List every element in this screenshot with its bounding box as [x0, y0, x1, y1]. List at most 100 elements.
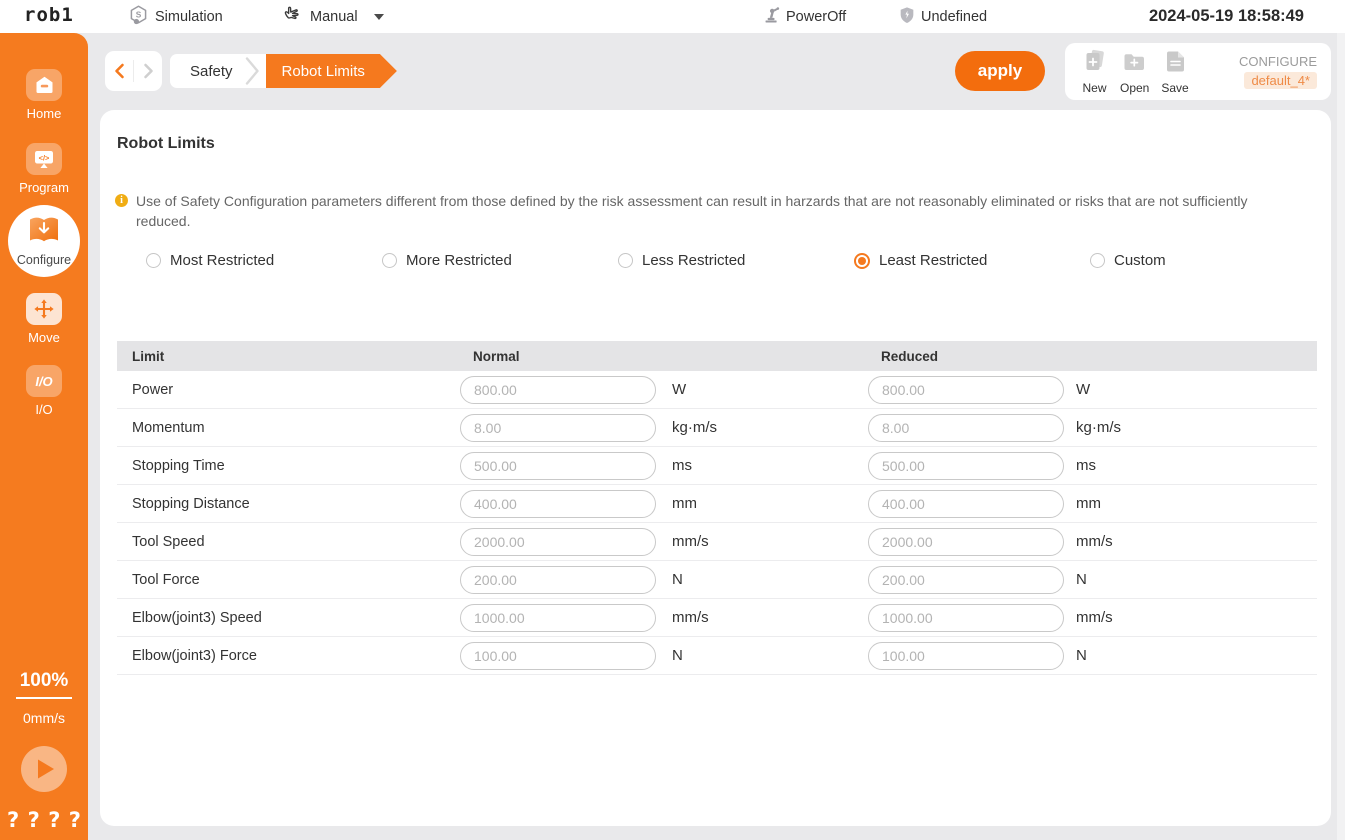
- robot-arm-icon: [763, 5, 780, 28]
- reduced-value-input-stopping-time[interactable]: [868, 452, 1064, 480]
- save-config-button[interactable]: Save: [1161, 48, 1188, 95]
- normal-value-input-elbow-joint3-speed[interactable]: [460, 604, 656, 632]
- simulation-status[interactable]: S Simulation: [128, 0, 223, 33]
- svg-text:</>: </>: [39, 153, 50, 162]
- speed-percent[interactable]: 100%: [16, 670, 73, 699]
- configure-file-panel: New Open Save CONFIGURE def: [1065, 43, 1331, 100]
- normal-value-input-stopping-distance[interactable]: [460, 490, 656, 518]
- new-config-button[interactable]: New: [1081, 48, 1108, 95]
- tab-robot-limits[interactable]: Robot Limits: [252, 54, 397, 88]
- chevron-down-icon[interactable]: [374, 14, 384, 20]
- table-row-power: PowerWW: [117, 371, 1317, 409]
- program-icon: </>: [26, 143, 62, 175]
- play-icon: [36, 758, 56, 780]
- reduced-value-input-power[interactable]: [868, 376, 1064, 404]
- configure-book-icon: [26, 215, 62, 251]
- column-header-reduced: Reduced: [868, 349, 1064, 364]
- normal-unit: W: [656, 381, 868, 398]
- info-icon: i: [115, 194, 128, 207]
- reduced-value-input-tool-force[interactable]: [868, 566, 1064, 594]
- reduced-value-input-elbow-joint3-speed[interactable]: [868, 604, 1064, 632]
- column-header-normal: Normal: [460, 349, 656, 364]
- radio-option-most-restricted[interactable]: Most Restricted: [146, 252, 382, 269]
- sidebar-item-label: Program: [19, 180, 69, 195]
- normal-value-input-tool-speed[interactable]: [460, 528, 656, 556]
- apply-button[interactable]: apply: [955, 51, 1045, 91]
- radio-option-label: Least Restricted: [879, 252, 987, 269]
- sidebar-item-program[interactable]: </> Program: [19, 143, 69, 195]
- top-status-bar: rob1 S Simulation Manual: [0, 0, 1345, 33]
- sidebar-item-io[interactable]: I/O I/O: [26, 365, 62, 417]
- reduced-unit: mm/s: [1064, 533, 1317, 550]
- power-label: PowerOff: [786, 9, 846, 25]
- reduced-unit: mm: [1064, 495, 1317, 512]
- table-row-stopping-distance: Stopping Distancemmmm: [117, 485, 1317, 523]
- back-button[interactable]: [105, 51, 133, 91]
- sidebar-item-label: I/O: [35, 402, 52, 417]
- safety-warning: i Use of Safety Configuration parameters…: [115, 191, 1270, 231]
- shield-icon: [899, 6, 915, 28]
- reduced-unit: kg·m/s: [1064, 419, 1317, 436]
- limit-name: Stopping Distance: [117, 496, 460, 512]
- tab-safety[interactable]: Safety: [170, 54, 266, 88]
- table-row-elbow-joint3-speed: Elbow(joint3) Speed mm/s mm/s: [117, 599, 1317, 637]
- play-button[interactable]: [21, 746, 67, 792]
- sidebar-item-label: Home: [27, 106, 62, 121]
- limit-name: Tool Speed: [117, 534, 460, 550]
- radio-unselected-icon[interactable]: [146, 253, 161, 268]
- power-status[interactable]: PowerOff: [763, 0, 846, 33]
- radio-unselected-icon[interactable]: [382, 253, 397, 268]
- limit-name: Power: [117, 382, 460, 398]
- help-button-1[interactable]: ?: [7, 808, 19, 832]
- radio-option-custom[interactable]: Custom: [1090, 252, 1326, 269]
- vertical-scrollbar[interactable]: [1337, 33, 1345, 840]
- robot-limits-card: Robot Limits i Use of Safety Configurati…: [100, 110, 1331, 826]
- io-icon: I/O: [26, 365, 62, 397]
- normal-unit: mm/s: [656, 609, 868, 626]
- radio-option-less-restricted[interactable]: Less Restricted: [618, 252, 854, 269]
- radio-option-more-restricted[interactable]: More Restricted: [382, 252, 618, 269]
- limit-name: Stopping Time: [117, 458, 460, 474]
- help-button-4[interactable]: ?: [69, 808, 81, 832]
- radio-unselected-icon[interactable]: [618, 253, 633, 268]
- sidebar-nav: Home </> Program: [0, 33, 88, 840]
- safety-status[interactable]: Undefined: [899, 0, 987, 33]
- reduced-value-input-stopping-distance[interactable]: [868, 490, 1064, 518]
- reduced-unit: mm/s: [1064, 609, 1317, 626]
- system-datetime: 2024-05-19 18:58:49: [1149, 0, 1304, 33]
- limit-name: Tool Force: [117, 572, 460, 588]
- help-button-2[interactable]: ?: [28, 808, 40, 832]
- table-row-momentum: Momentumkg·m/skg·m/s: [117, 409, 1317, 447]
- reduced-value-input-elbow-joint3-force[interactable]: [868, 642, 1064, 670]
- open-config-button[interactable]: Open: [1120, 48, 1149, 95]
- limit-name: Elbow(joint3) Speed: [117, 610, 460, 626]
- normal-value-input-tool-force[interactable]: [460, 566, 656, 594]
- table-header-row: Limit Normal Reduced: [117, 341, 1317, 371]
- reduced-unit: N: [1064, 647, 1317, 664]
- mode-selector[interactable]: Manual: [281, 0, 384, 33]
- radio-option-least-restricted[interactable]: Least Restricted: [854, 252, 1090, 269]
- new-file-icon: [1081, 48, 1108, 80]
- reduced-value-input-tool-speed[interactable]: [868, 528, 1064, 556]
- configure-panel-title: CONFIGURE: [1239, 54, 1317, 69]
- table-row-elbow-joint3-force: Elbow(joint3) ForceNN: [117, 637, 1317, 675]
- warning-text: Use of Safety Configuration parameters d…: [136, 191, 1270, 231]
- normal-value-input-stopping-time[interactable]: [460, 452, 656, 480]
- sidebar-item-home[interactable]: Home: [26, 69, 62, 121]
- sidebar-item-move[interactable]: Move: [26, 293, 62, 345]
- radio-option-label: More Restricted: [406, 252, 512, 269]
- normal-value-input-power[interactable]: [460, 376, 656, 404]
- reduced-value-input-momentum[interactable]: [868, 414, 1064, 442]
- tab-chevron-icon: [245, 56, 260, 86]
- move-arrows-icon: [26, 293, 62, 325]
- radio-unselected-icon[interactable]: [1090, 253, 1105, 268]
- config-name-badge[interactable]: default_4*: [1244, 72, 1317, 89]
- normal-value-input-momentum[interactable]: [460, 414, 656, 442]
- sidebar-item-configure[interactable]: Configure: [8, 205, 80, 277]
- normal-value-input-elbow-joint3-force[interactable]: [460, 642, 656, 670]
- normal-unit: mm/s: [656, 533, 868, 550]
- simulation-icon: S: [128, 4, 149, 29]
- help-button-3[interactable]: ?: [48, 808, 60, 832]
- forward-button[interactable]: [134, 51, 162, 91]
- radio-selected-icon[interactable]: [854, 253, 870, 269]
